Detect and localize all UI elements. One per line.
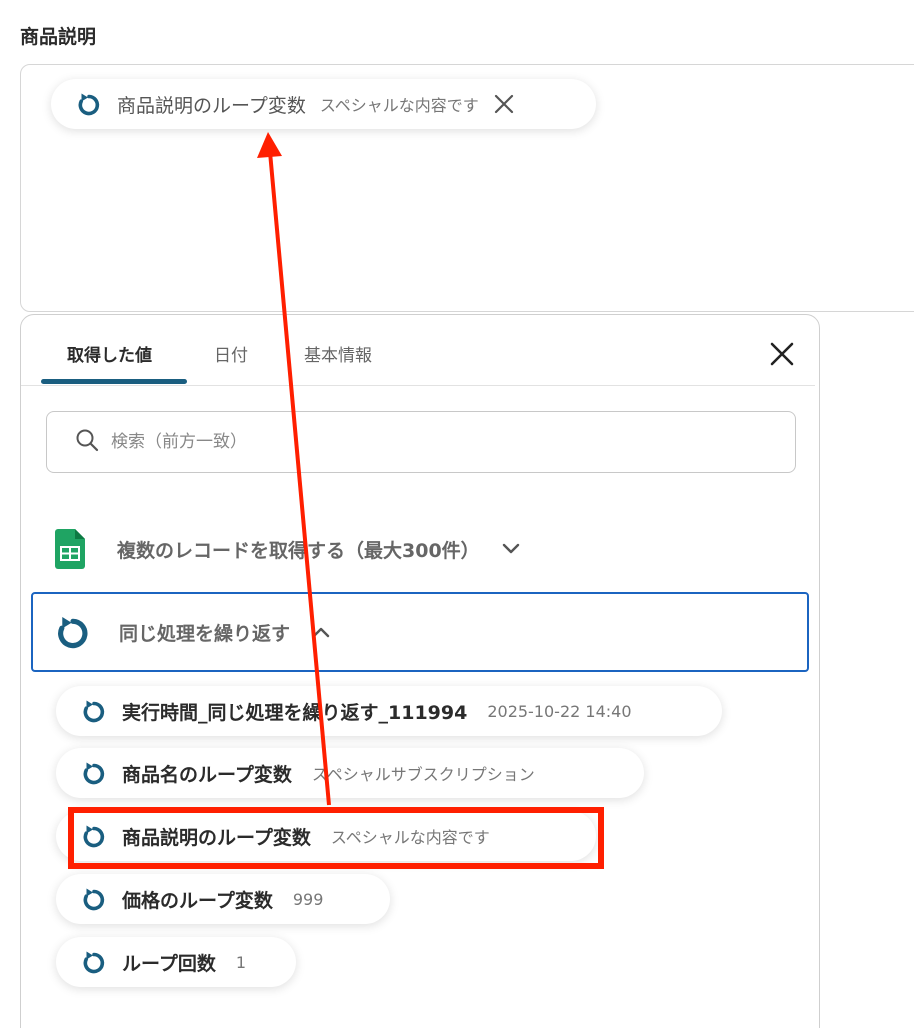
variable-item[interactable]: 商品名のループ変数 スペシャルサブスクリプション [56,748,644,798]
chevron-up-icon [312,622,332,642]
variable-name: 実行時間_同じ処理を繰り返す_111994 [122,701,468,724]
selected-variable-token[interactable]: 商品説明のループ変数 スペシャルな内容です [51,79,596,129]
close-panel-icon[interactable] [769,341,795,367]
loop-icon [80,948,108,976]
variable-name: 商品名のループ変数 [122,763,292,786]
loop-icon [80,822,108,850]
variable-value: スペシャルな内容です [330,828,490,847]
search-icon [75,428,99,456]
variable-value: 2025-10-22 14:40 [487,701,632,721]
group-label: 複数のレコードを取得する（最大300件） [117,539,480,562]
variable-value: 1 [235,952,247,972]
loop-icon [80,885,108,913]
variable-item[interactable]: ループ回数 1 [56,937,296,987]
variable-value: 999 [292,889,324,909]
tab-acquired-values[interactable]: 取得した値 [67,341,152,366]
tab-bar: 取得した値 日付 基本情報 [21,315,815,386]
active-tab-indicator [41,379,187,384]
group-label: 同じ処理を繰り返す [119,622,291,645]
loop-icon [53,612,93,652]
token-name: 商品説明のループ変数 [117,94,306,117]
tab-date[interactable]: 日付 [214,341,248,366]
loop-icon [80,759,108,787]
variable-name: ループ回数 [122,952,216,975]
variable-value: スペシャルサブスクリプション [311,765,535,784]
variable-name: 価格のループ変数 [122,889,273,912]
loop-icon [80,697,108,725]
screen: 商品説明 商品説明のループ変数 スペシャルな内容です 取得した値 日付 基本情報 [0,0,914,1028]
loop-icon [75,90,103,118]
search-input[interactable] [109,431,713,453]
token-value: スペシャルな内容です [319,96,479,115]
chevron-down-icon [502,539,522,559]
variable-item-highlighted[interactable]: 商品説明のループ変数 スペシャルな内容です [56,811,596,861]
search-field[interactable] [46,411,796,473]
group-repeat-process[interactable]: 同じ処理を繰り返す [31,592,809,672]
variable-name: 商品説明のループ変数 [122,826,311,849]
variable-item[interactable]: 実行時間_同じ処理を繰り返す_111994 2025-10-22 14:40 [56,686,722,736]
tab-basic-info[interactable]: 基本情報 [304,341,372,366]
group-get-records[interactable]: 複数のレコードを取得する（最大300件） [31,521,807,577]
spreadsheet-icon [55,529,85,569]
field-label: 商品説明 [20,26,97,48]
variable-item[interactable]: 価格のループ変数 999 [56,874,390,924]
remove-token-icon[interactable] [493,93,515,115]
